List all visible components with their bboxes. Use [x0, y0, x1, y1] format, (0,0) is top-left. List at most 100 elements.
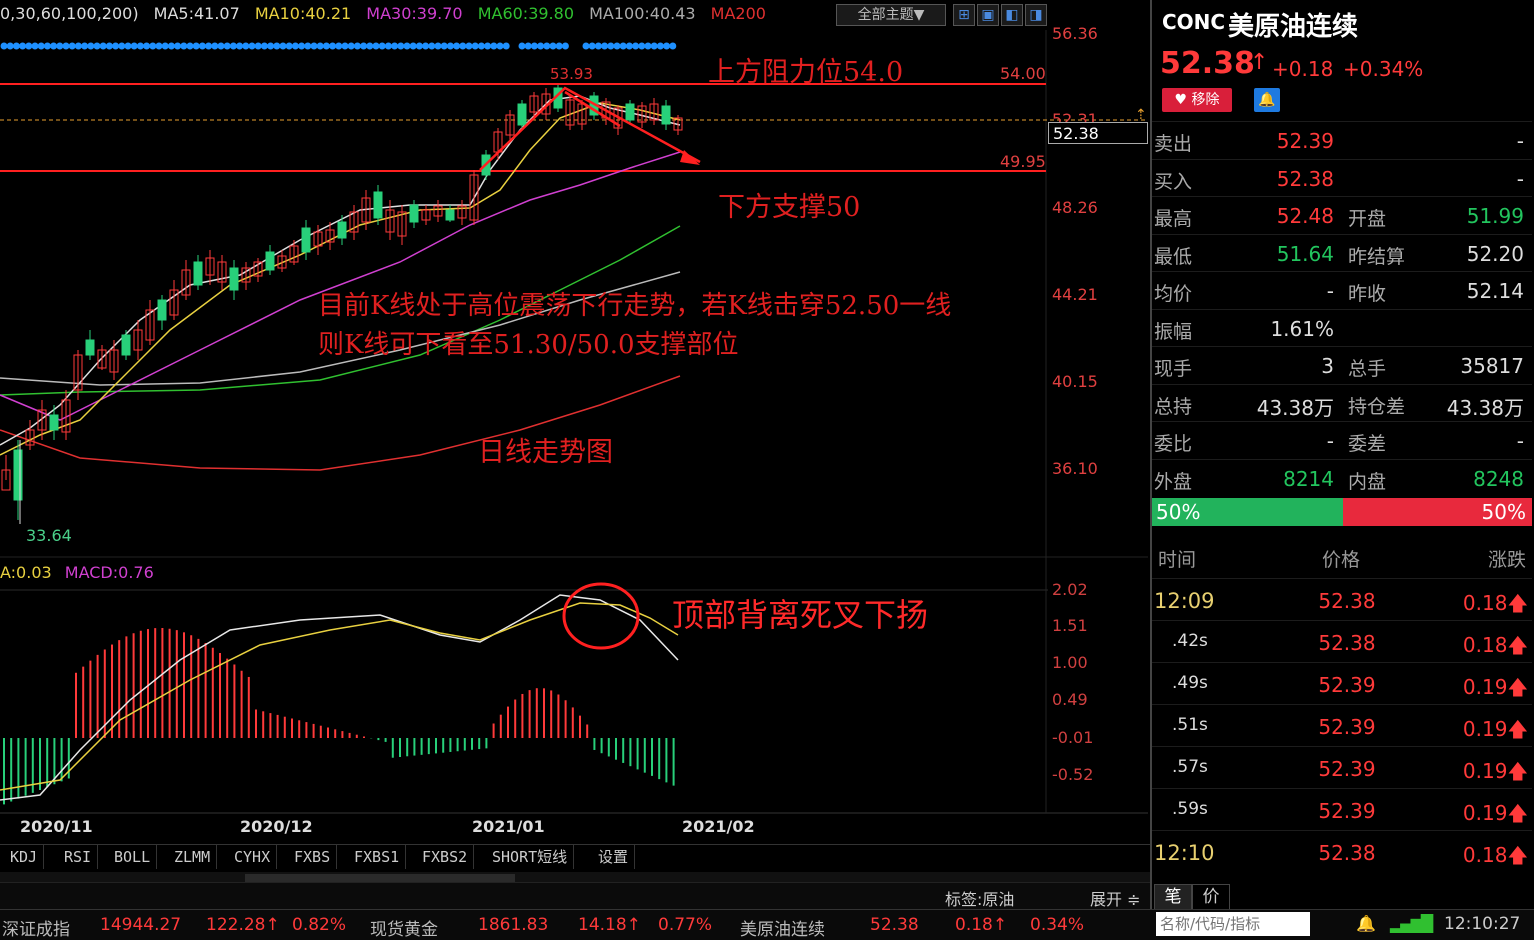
- quote-value: 3: [1321, 354, 1334, 378]
- tick-row: .49s 52.39 0.19🡅: [1152, 662, 1532, 705]
- signal-dot: [254, 42, 262, 50]
- tick-change: 0.18🡅: [1462, 591, 1528, 615]
- horizontal-scrollbar[interactable]: [0, 872, 1150, 882]
- tab-cyhx[interactable]: CYHX: [228, 845, 278, 869]
- signal-dot: [669, 42, 677, 50]
- symbol-name: 美原油连续: [1228, 12, 1359, 42]
- candle-body: [409, 204, 419, 223]
- macd-legend: A:0.03 MACD:0.76: [0, 563, 154, 582]
- tab-fxbs2[interactable]: FXBS2: [416, 845, 475, 869]
- signal-dot: [607, 42, 615, 50]
- quote-value: 52.14: [1466, 279, 1524, 303]
- tab-fxbs[interactable]: FXBS: [288, 845, 338, 869]
- tab-price[interactable]: 价: [1192, 884, 1230, 910]
- candle-body: [301, 227, 311, 253]
- dea-label: A:0.03: [0, 563, 52, 582]
- signal-dot: [192, 42, 200, 50]
- theme-dropdown[interactable]: 全部主题▼: [836, 4, 946, 26]
- price-tick: 36.10: [1052, 459, 1098, 478]
- quote-row: 现手 3 总手 35817: [1152, 346, 1532, 384]
- tab-short[interactable]: SHORT短线: [486, 845, 575, 869]
- kline-chart-area[interactable]: [0, 0, 1150, 840]
- tick-time: .51s: [1172, 715, 1208, 735]
- signal-dot: [43, 42, 51, 50]
- ticker-pct: 0.82%: [292, 915, 347, 935]
- signal-dot: [471, 42, 479, 50]
- signal-dot: [490, 42, 498, 50]
- signal-dot: [186, 42, 194, 50]
- signal-dot: [322, 42, 330, 50]
- scrollbar-thumb[interactable]: [245, 874, 515, 882]
- tick-row: .59s 52.39 0.19🡅: [1152, 788, 1532, 831]
- expand-button[interactable]: 展开 ≑: [1090, 886, 1141, 910]
- tick-time: 12:10: [1154, 841, 1215, 865]
- daily-trend-annotation: 日线走势图: [478, 437, 613, 468]
- tick-time: .57s: [1172, 757, 1208, 777]
- tab-zlmm[interactable]: ZLMM: [168, 845, 218, 869]
- signal-dot: [50, 42, 58, 50]
- dif-line: [0, 594, 679, 801]
- tab-trades[interactable]: 笔: [1154, 884, 1192, 910]
- ma5-label: MA5:41.07: [153, 4, 240, 23]
- ticker-name[interactable]: 美原油连续: [740, 915, 825, 940]
- signal-dot: [105, 42, 113, 50]
- candle-body: [121, 334, 131, 356]
- panel-layout-icon[interactable]: ◨: [1025, 4, 1047, 26]
- tab-settings[interactable]: 设置: [592, 845, 636, 869]
- tick-time: .42s: [1172, 631, 1208, 651]
- signal-dot: [130, 42, 138, 50]
- signal-dot: [242, 42, 250, 50]
- signal-dot: [205, 42, 213, 50]
- signal-dot: [484, 42, 492, 50]
- remove-watchlist-button[interactable]: ♥ 移除: [1162, 88, 1232, 112]
- window-layout-icon[interactable]: ▣: [977, 4, 999, 26]
- signal-dot: [632, 42, 640, 50]
- candle-body: [85, 339, 95, 356]
- signal-dot: [118, 42, 126, 50]
- ticker-pct: 0.34%: [1030, 915, 1085, 935]
- tab-kdj[interactable]: KDJ: [4, 845, 45, 869]
- tab-boll[interactable]: BOLL: [108, 845, 158, 869]
- tick-price: 52.38: [1318, 841, 1376, 865]
- signal-dot: [143, 42, 151, 50]
- candle-body: [49, 414, 59, 431]
- candle-body: [193, 261, 203, 286]
- tab-fxbs1[interactable]: FXBS1: [348, 845, 407, 869]
- macd-tick: 1.51: [1052, 616, 1088, 635]
- support-annotation: 下方支撑50: [718, 192, 861, 223]
- ratio-buy: 50%: [1152, 498, 1343, 526]
- signal-dot: [496, 42, 504, 50]
- signal-dot: [167, 42, 175, 50]
- quote-label: 最高: [1154, 208, 1193, 230]
- resistance-annotation: 上方阻力位54.0: [708, 57, 904, 88]
- signal-dot: [619, 42, 627, 50]
- candle-body: [265, 251, 275, 271]
- alarm-icon[interactable]: 🔔: [1356, 914, 1376, 933]
- bell-icon[interactable]: 🔔: [1254, 88, 1280, 112]
- signal-dot: [453, 42, 461, 50]
- sidebar-layout-icon[interactable]: ◧: [1001, 4, 1023, 26]
- signal-dot: [37, 42, 45, 50]
- quote-label: 持仓差: [1348, 395, 1406, 418]
- signal-dot: [260, 42, 268, 50]
- tick-row: 12:09 52.38 0.18🡅: [1152, 578, 1532, 621]
- signal-dot: [428, 42, 436, 50]
- clock: 12:10:27: [1444, 914, 1521, 934]
- quote-label: 总持: [1154, 395, 1193, 418]
- signal-dot: [25, 42, 33, 50]
- signal-dot: [223, 42, 231, 50]
- tick-price: 52.39: [1318, 673, 1376, 697]
- tab-rsi[interactable]: RSI: [58, 845, 99, 869]
- ticker-name[interactable]: 深证成指: [2, 915, 70, 940]
- signal-dot: [459, 42, 467, 50]
- quote-value: 43.38万: [1446, 395, 1524, 420]
- signal-dot: [291, 42, 299, 50]
- signal-dot: [518, 42, 526, 50]
- tick-price: 52.38: [1318, 631, 1376, 655]
- quote-row: 均价 - 昨收 52.14: [1152, 271, 1532, 309]
- ticker-name[interactable]: 现货黄金: [370, 915, 438, 940]
- grid-layout-icon[interactable]: ⊞: [953, 4, 975, 26]
- quote-value: 52.39: [1276, 129, 1334, 153]
- signal-dot: [310, 42, 318, 50]
- search-input[interactable]: [1156, 912, 1310, 936]
